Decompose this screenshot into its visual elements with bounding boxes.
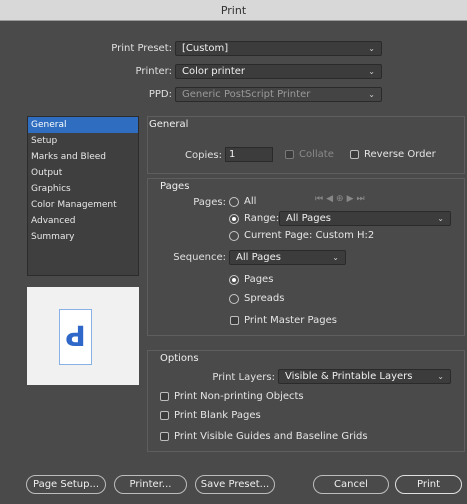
- previous-page-icon: ◀: [326, 194, 337, 204]
- pages-label: Pages:: [193, 197, 226, 208]
- chevron-down-icon: ⌄: [368, 90, 375, 99]
- ppd-label: PPD:: [148, 89, 172, 100]
- collate-option: Collate: [285, 149, 334, 160]
- sidebar-item-setup[interactable]: Setup: [28, 133, 138, 149]
- print-nonprinting-checkbox[interactable]: [160, 392, 169, 401]
- pages-all-radio[interactable]: [229, 196, 239, 207]
- chevron-down-icon: ⌄: [437, 214, 444, 223]
- svg-text:P: P: [65, 319, 86, 352]
- pages-range-label: Range:: [244, 213, 280, 224]
- page-preview: P: [27, 287, 139, 385]
- print-layers-dropdown[interactable]: Visible & Printable Layers ⌄: [278, 369, 451, 384]
- chevron-down-icon: ⌄: [437, 372, 444, 381]
- save-preset-button[interactable]: Save Preset...: [195, 475, 275, 494]
- print-preset-dropdown[interactable]: [Custom] ⌄: [175, 41, 382, 56]
- reverse-order-label: Reverse Order: [364, 149, 436, 160]
- sequence-spreads-option[interactable]: Spreads: [229, 293, 284, 304]
- chevron-down-icon: ⌄: [368, 67, 375, 76]
- last-page-icon: ⏭: [356, 194, 368, 204]
- sidebar-item-graphics[interactable]: Graphics: [28, 181, 138, 197]
- pages-all-option[interactable]: All: [229, 196, 256, 207]
- print-blank-pages-option[interactable]: Print Blank Pages: [160, 410, 261, 421]
- pages-current-radio[interactable]: [229, 230, 239, 241]
- print-blank-pages-label: Print Blank Pages: [174, 410, 261, 421]
- sidebar-item-marks-and-bleed[interactable]: Marks and Bleed: [28, 149, 138, 165]
- copies-input[interactable]: 1: [225, 147, 273, 162]
- sidebar-item-color-management[interactable]: Color Management: [28, 197, 138, 213]
- page-setup-button[interactable]: Page Setup...: [26, 475, 106, 494]
- sidebar-item-general[interactable]: General: [28, 117, 138, 133]
- sequence-pages-label: Pages: [244, 274, 274, 285]
- printer-dropdown[interactable]: Color printer ⌄: [175, 64, 382, 79]
- preview-page: P: [59, 309, 92, 365]
- sequence-spreads-radio[interactable]: [229, 293, 239, 304]
- print-nonprinting-label: Print Non-printing Objects: [174, 391, 304, 402]
- print-master-pages-option[interactable]: Print Master Pages: [230, 315, 337, 326]
- chevron-down-icon: ⌄: [368, 44, 375, 53]
- print-layers-value: Visible & Printable Layers: [285, 371, 413, 382]
- pages-title: Pages: [160, 181, 190, 192]
- general-panel: [147, 116, 465, 174]
- print-layers-label: Print Layers:: [212, 372, 275, 383]
- collate-label: Collate: [299, 149, 334, 160]
- print-master-pages-checkbox[interactable]: [230, 316, 239, 325]
- sequence-value: All Pages: [236, 252, 281, 263]
- pages-current-option[interactable]: Current Page: Custom H:2: [229, 230, 374, 241]
- print-guides-option[interactable]: Print Visible Guides and Baseline Grids: [160, 431, 368, 442]
- window-title: Print: [220, 3, 247, 17]
- collate-checkbox: [285, 150, 294, 159]
- print-guides-label: Print Visible Guides and Baseline Grids: [174, 431, 368, 442]
- ppd-dropdown: Generic PostScript Printer ⌄: [175, 87, 382, 102]
- range-combobox[interactable]: All Pages ⌄: [279, 211, 451, 226]
- pages-all-label: All: [244, 196, 257, 207]
- first-page-icon: ⏮: [315, 194, 327, 204]
- sequence-dropdown[interactable]: All Pages ⌄: [229, 250, 346, 265]
- print-master-pages-label: Print Master Pages: [244, 315, 337, 326]
- spread-icon: ⊕: [336, 194, 347, 204]
- range-value: All Pages: [286, 213, 331, 224]
- copies-label: Copies:: [185, 150, 222, 161]
- pages-range-radio[interactable]: [229, 213, 239, 224]
- copies-value: 1: [229, 149, 236, 160]
- sequence-label: Sequence:: [173, 252, 226, 263]
- preview-glyph-icon: P: [65, 319, 86, 352]
- sidebar-item-advanced[interactable]: Advanced: [28, 213, 138, 229]
- ppd-value: Generic PostScript Printer: [182, 89, 311, 100]
- print-button[interactable]: Print: [395, 475, 462, 494]
- options-title: Options: [160, 353, 199, 364]
- print-nonprinting-option[interactable]: Print Non-printing Objects: [160, 391, 304, 402]
- printer-value: Color printer: [182, 66, 246, 77]
- sequence-spreads-label: Spreads: [244, 293, 285, 304]
- pages-current-label: Current Page: Custom H:2: [244, 230, 375, 241]
- chevron-down-icon: ⌄: [332, 253, 339, 262]
- sequence-pages-radio[interactable]: [229, 274, 239, 285]
- pages-range-option[interactable]: Range:: [229, 213, 279, 224]
- next-page-icon: ▶: [346, 194, 357, 204]
- print-guides-checkbox[interactable]: [160, 432, 169, 441]
- reverse-order-option[interactable]: Reverse Order: [350, 149, 436, 160]
- sequence-pages-option[interactable]: Pages: [229, 274, 273, 285]
- general-title: General: [149, 119, 189, 130]
- reverse-order-checkbox[interactable]: [350, 150, 359, 159]
- print-blank-pages-checkbox[interactable]: [160, 411, 169, 420]
- printer-label: Printer:: [135, 66, 172, 77]
- sidebar-item-output[interactable]: Output: [28, 165, 138, 181]
- sidebar: General Setup Marks and Bleed Output Gra…: [27, 116, 139, 276]
- printer-button[interactable]: Printer...: [114, 475, 187, 494]
- print-preset-label: Print Preset:: [111, 43, 172, 54]
- sidebar-item-summary[interactable]: Summary: [28, 229, 138, 245]
- cancel-button[interactable]: Cancel: [313, 475, 389, 494]
- page-navigation: ⏮◀⊕▶⏭: [315, 194, 368, 204]
- print-preset-value: [Custom]: [182, 43, 229, 54]
- window-titlebar: Print: [0, 0, 467, 21]
